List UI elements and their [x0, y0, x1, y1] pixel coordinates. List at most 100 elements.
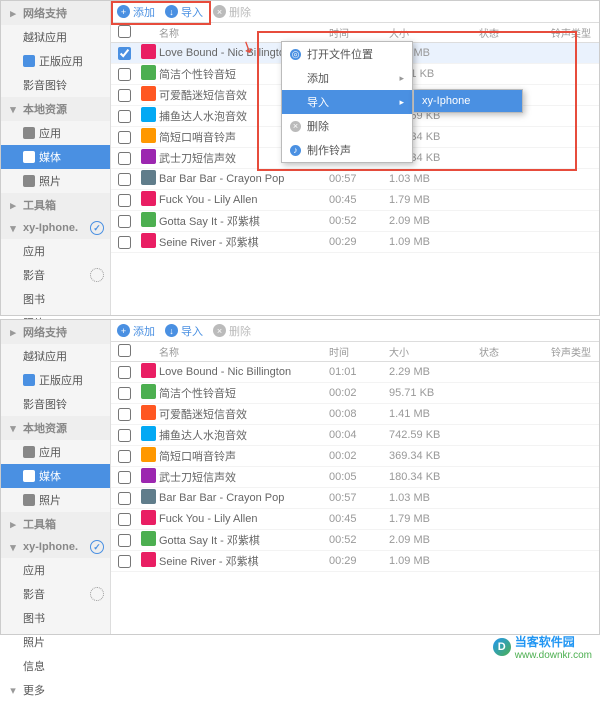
- file-icon: [141, 447, 156, 462]
- row-checkbox[interactable]: [118, 236, 131, 249]
- sidebar-group-tools[interactable]: ▸工具箱: [1, 193, 110, 217]
- sidebar-item-photos[interactable]: 照片: [1, 169, 110, 193]
- table-row[interactable]: 可爱酷迷短信音效00:081.41 MB: [111, 404, 599, 425]
- select-all-checkbox[interactable]: [118, 344, 131, 357]
- col-time[interactable]: 时间: [329, 25, 389, 40]
- sidebar-item-dev-more[interactable]: ▾更多: [1, 678, 110, 702]
- table-row[interactable]: 简洁个性铃音短00:0295.71 KB: [111, 383, 599, 404]
- sidebar-group-network[interactable]: ▸网络支持: [1, 320, 110, 344]
- sidebar-item-dev-photos[interactable]: 照片: [1, 630, 110, 654]
- col-ringtype[interactable]: 铃声类型: [551, 344, 591, 359]
- sidebar-item-media[interactable]: 媒体: [1, 464, 110, 488]
- check-icon: ✓: [90, 540, 104, 554]
- ctx-add[interactable]: 添加▸: [282, 66, 412, 90]
- sidebar-item-photos[interactable]: 照片: [1, 488, 110, 512]
- sidebar-item-dev-books[interactable]: 图书: [1, 606, 110, 630]
- sidebar-item-dev-apps[interactable]: 应用: [1, 558, 110, 582]
- row-checkbox[interactable]: [118, 471, 131, 484]
- sidebar-item-dev-av[interactable]: 影音: [1, 263, 110, 287]
- col-size[interactable]: 大小: [389, 344, 479, 359]
- row-size: 95.71 KB: [389, 387, 479, 399]
- col-name[interactable]: 名称: [159, 344, 329, 359]
- plus-icon: +: [117, 324, 130, 337]
- ctx-delete[interactable]: ×删除: [282, 114, 412, 138]
- ctx-open-location[interactable]: ◎打开文件位置: [282, 42, 412, 66]
- row-checkbox[interactable]: [118, 47, 131, 60]
- table-row[interactable]: Gotta Say It - 邓紫棋00:522.09 MB: [111, 530, 599, 551]
- sidebar-group-device[interactable]: ▾xy-Iphone.✓: [1, 217, 110, 239]
- sidebar-group-tools[interactable]: ▸工具箱: [1, 512, 110, 536]
- import-icon: ↓: [165, 5, 178, 18]
- sidebar-item-apps[interactable]: 应用: [1, 121, 110, 145]
- refresh-icon[interactable]: [90, 268, 104, 282]
- row-checkbox[interactable]: [118, 173, 131, 186]
- row-checkbox[interactable]: [118, 450, 131, 463]
- row-checkbox[interactable]: [118, 131, 131, 144]
- row-checkbox[interactable]: [118, 534, 131, 547]
- toolbar-delete[interactable]: ×删除: [213, 323, 251, 339]
- table-row[interactable]: Fuck You - Lily Allen00:451.79 MB: [111, 509, 599, 530]
- row-checkbox[interactable]: [118, 89, 131, 102]
- sidebar-group-local[interactable]: ▾本地资源: [1, 416, 110, 440]
- row-checkbox[interactable]: [118, 110, 131, 123]
- row-checkbox[interactable]: [118, 555, 131, 568]
- table-row[interactable]: Bar Bar Bar - Crayon Pop00:571.03 MB: [111, 488, 599, 509]
- table-row[interactable]: Fuck You - Lily Allen00:451.79 MB: [111, 190, 599, 211]
- sidebar-group-local[interactable]: ▾本地资源: [1, 97, 110, 121]
- table-row[interactable]: 武士刀短信声效00:05180.34 KB: [111, 467, 599, 488]
- row-checkbox[interactable]: [118, 513, 131, 526]
- table-row[interactable]: Seine River - 邓紫棋00:291.09 MB: [111, 551, 599, 572]
- table-row[interactable]: Love Bound - Nic Billington01:012.29 MB: [111, 362, 599, 383]
- sidebar-item-dev-apps[interactable]: 应用: [1, 239, 110, 263]
- select-all-checkbox[interactable]: [118, 25, 131, 38]
- table-row[interactable]: 捕鱼达人水泡音效00:04742.59 KB: [111, 425, 599, 446]
- ctx-make-ringtone[interactable]: ♪制作铃声: [282, 138, 412, 162]
- row-checkbox[interactable]: [118, 387, 131, 400]
- toolbar-add[interactable]: +添加: [117, 323, 155, 339]
- sidebar-item-dev-av[interactable]: 影音: [1, 582, 110, 606]
- table-row[interactable]: Bar Bar Bar - Crayon Pop00:571.03 MB: [111, 169, 599, 190]
- row-checkbox[interactable]: [118, 429, 131, 442]
- row-size: 180.34 KB: [389, 471, 479, 483]
- row-checkbox[interactable]: [118, 408, 131, 421]
- toolbar-import[interactable]: ↓导入: [165, 323, 203, 339]
- sidebar-group-device[interactable]: ▾xy-Iphone.✓: [1, 536, 110, 558]
- toolbar-import[interactable]: ↓导入: [165, 4, 203, 20]
- sidebar-item-jailbreak[interactable]: 越狱应用: [1, 344, 110, 368]
- table-row[interactable]: Seine River - 邓紫棋00:291.09 MB: [111, 232, 599, 253]
- sidebar-item-media[interactable]: 媒体: [1, 145, 110, 169]
- file-icon: [141, 552, 156, 567]
- row-checkbox[interactable]: [118, 152, 131, 165]
- row-checkbox[interactable]: [118, 215, 131, 228]
- table-row[interactable]: Gotta Say It - 邓紫棋00:522.09 MB: [111, 211, 599, 232]
- toolbar: +添加 ↓导入 ×删除: [111, 1, 599, 23]
- row-checkbox[interactable]: [118, 492, 131, 505]
- submenu-device[interactable]: xy-Iphone: [414, 90, 522, 112]
- row-time: 01:01: [329, 366, 389, 378]
- row-name: Gotta Say It - 邓紫棋: [159, 213, 329, 229]
- row-time: 00:08: [329, 408, 389, 420]
- sidebar-item-dev-info[interactable]: 信息: [1, 654, 110, 678]
- row-checkbox[interactable]: [118, 194, 131, 207]
- col-name[interactable]: 名称: [159, 25, 329, 40]
- row-checkbox[interactable]: [118, 366, 131, 379]
- row-checkbox[interactable]: [118, 68, 131, 81]
- sidebar-item-media-ring[interactable]: 影音图铃: [1, 73, 110, 97]
- ctx-import[interactable]: 导入▸: [282, 90, 412, 114]
- sidebar-item-jailbreak[interactable]: 越狱应用: [1, 25, 110, 49]
- toolbar-add[interactable]: +添加: [117, 4, 155, 20]
- col-ringtype[interactable]: 铃声类型: [551, 25, 591, 40]
- refresh-icon[interactable]: [90, 587, 104, 601]
- col-size[interactable]: 大小: [389, 25, 479, 40]
- col-time[interactable]: 时间: [329, 344, 389, 359]
- sidebar-item-dev-books[interactable]: 图书: [1, 287, 110, 311]
- sidebar-item-genuine[interactable]: 正版应用: [1, 49, 110, 73]
- toolbar-delete[interactable]: ×删除: [213, 4, 251, 20]
- sidebar-item-media-ring[interactable]: 影音图铃: [1, 392, 110, 416]
- sidebar-item-genuine[interactable]: 正版应用: [1, 368, 110, 392]
- row-name: Seine River - 邓紫棋: [159, 234, 329, 250]
- file-icon: [141, 65, 156, 80]
- sidebar-item-apps[interactable]: 应用: [1, 440, 110, 464]
- sidebar-group-network[interactable]: ▸网络支持: [1, 1, 110, 25]
- table-row[interactable]: 简短口哨音铃声00:02369.34 KB: [111, 446, 599, 467]
